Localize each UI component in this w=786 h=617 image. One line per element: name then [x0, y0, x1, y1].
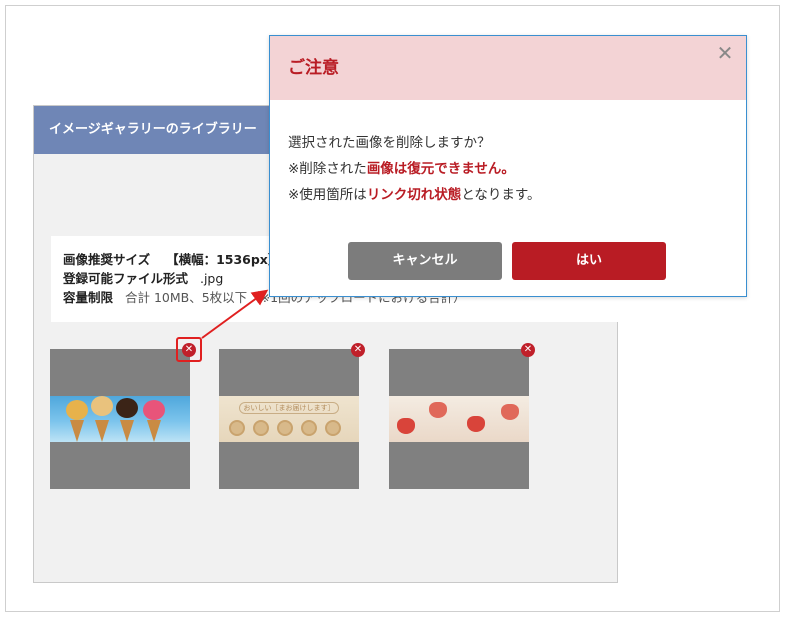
delete-icon[interactable]: ✕ [521, 343, 535, 357]
sweets-image: おいしい［まお届けします］ [219, 396, 359, 442]
delete-icon[interactable]: ✕ [351, 343, 365, 357]
sweets-banner-text: おいしい［まお届けします］ [239, 402, 339, 414]
delete-icon-highlight [176, 337, 202, 362]
ice-cream-image [50, 396, 190, 442]
delete-confirm-dialog: ご注意 ✕ 選択された画像を削除しますか？ ※削除された画像は復元できません。 … [269, 35, 747, 297]
thumbnail-sweets[interactable]: おいしい［まお届けします］ [219, 349, 359, 489]
file-format-label: 登録可能ファイル形式 [63, 271, 189, 286]
confirm-button[interactable]: はい [512, 242, 666, 280]
close-icon[interactable]: ✕ [714, 42, 736, 64]
broken-link-warning: リンク切れ状態 [366, 187, 462, 203]
thumbnail-strawberry[interactable] [389, 349, 529, 489]
recommended-size-value: 【横幅：1536px】 [166, 252, 281, 267]
capacity-label: 容量制限 [63, 290, 114, 305]
strawberry-image [389, 396, 529, 442]
dialog-line-1: 選択された画像を削除しますか？ [288, 135, 491, 151]
dialog-title: ご注意 [270, 36, 746, 100]
irreversible-warning: 画像は復元できません。 [366, 161, 515, 177]
dialog-line-3: ※使用箇所はリンク切れ状態となります。 [288, 187, 541, 203]
dialog-message: 選択された画像を削除しますか？ ※削除された画像は復元できません。 ※使用箇所は… [270, 100, 746, 208]
recommended-size-label: 画像推奨サイズ [63, 252, 151, 267]
dialog-line-2: ※削除された画像は復元できません。 [288, 161, 515, 177]
file-format-value: .jpg [199, 271, 224, 286]
thumbnail-ice-cream[interactable] [50, 349, 190, 489]
cancel-button[interactable]: キャンセル [348, 242, 502, 280]
